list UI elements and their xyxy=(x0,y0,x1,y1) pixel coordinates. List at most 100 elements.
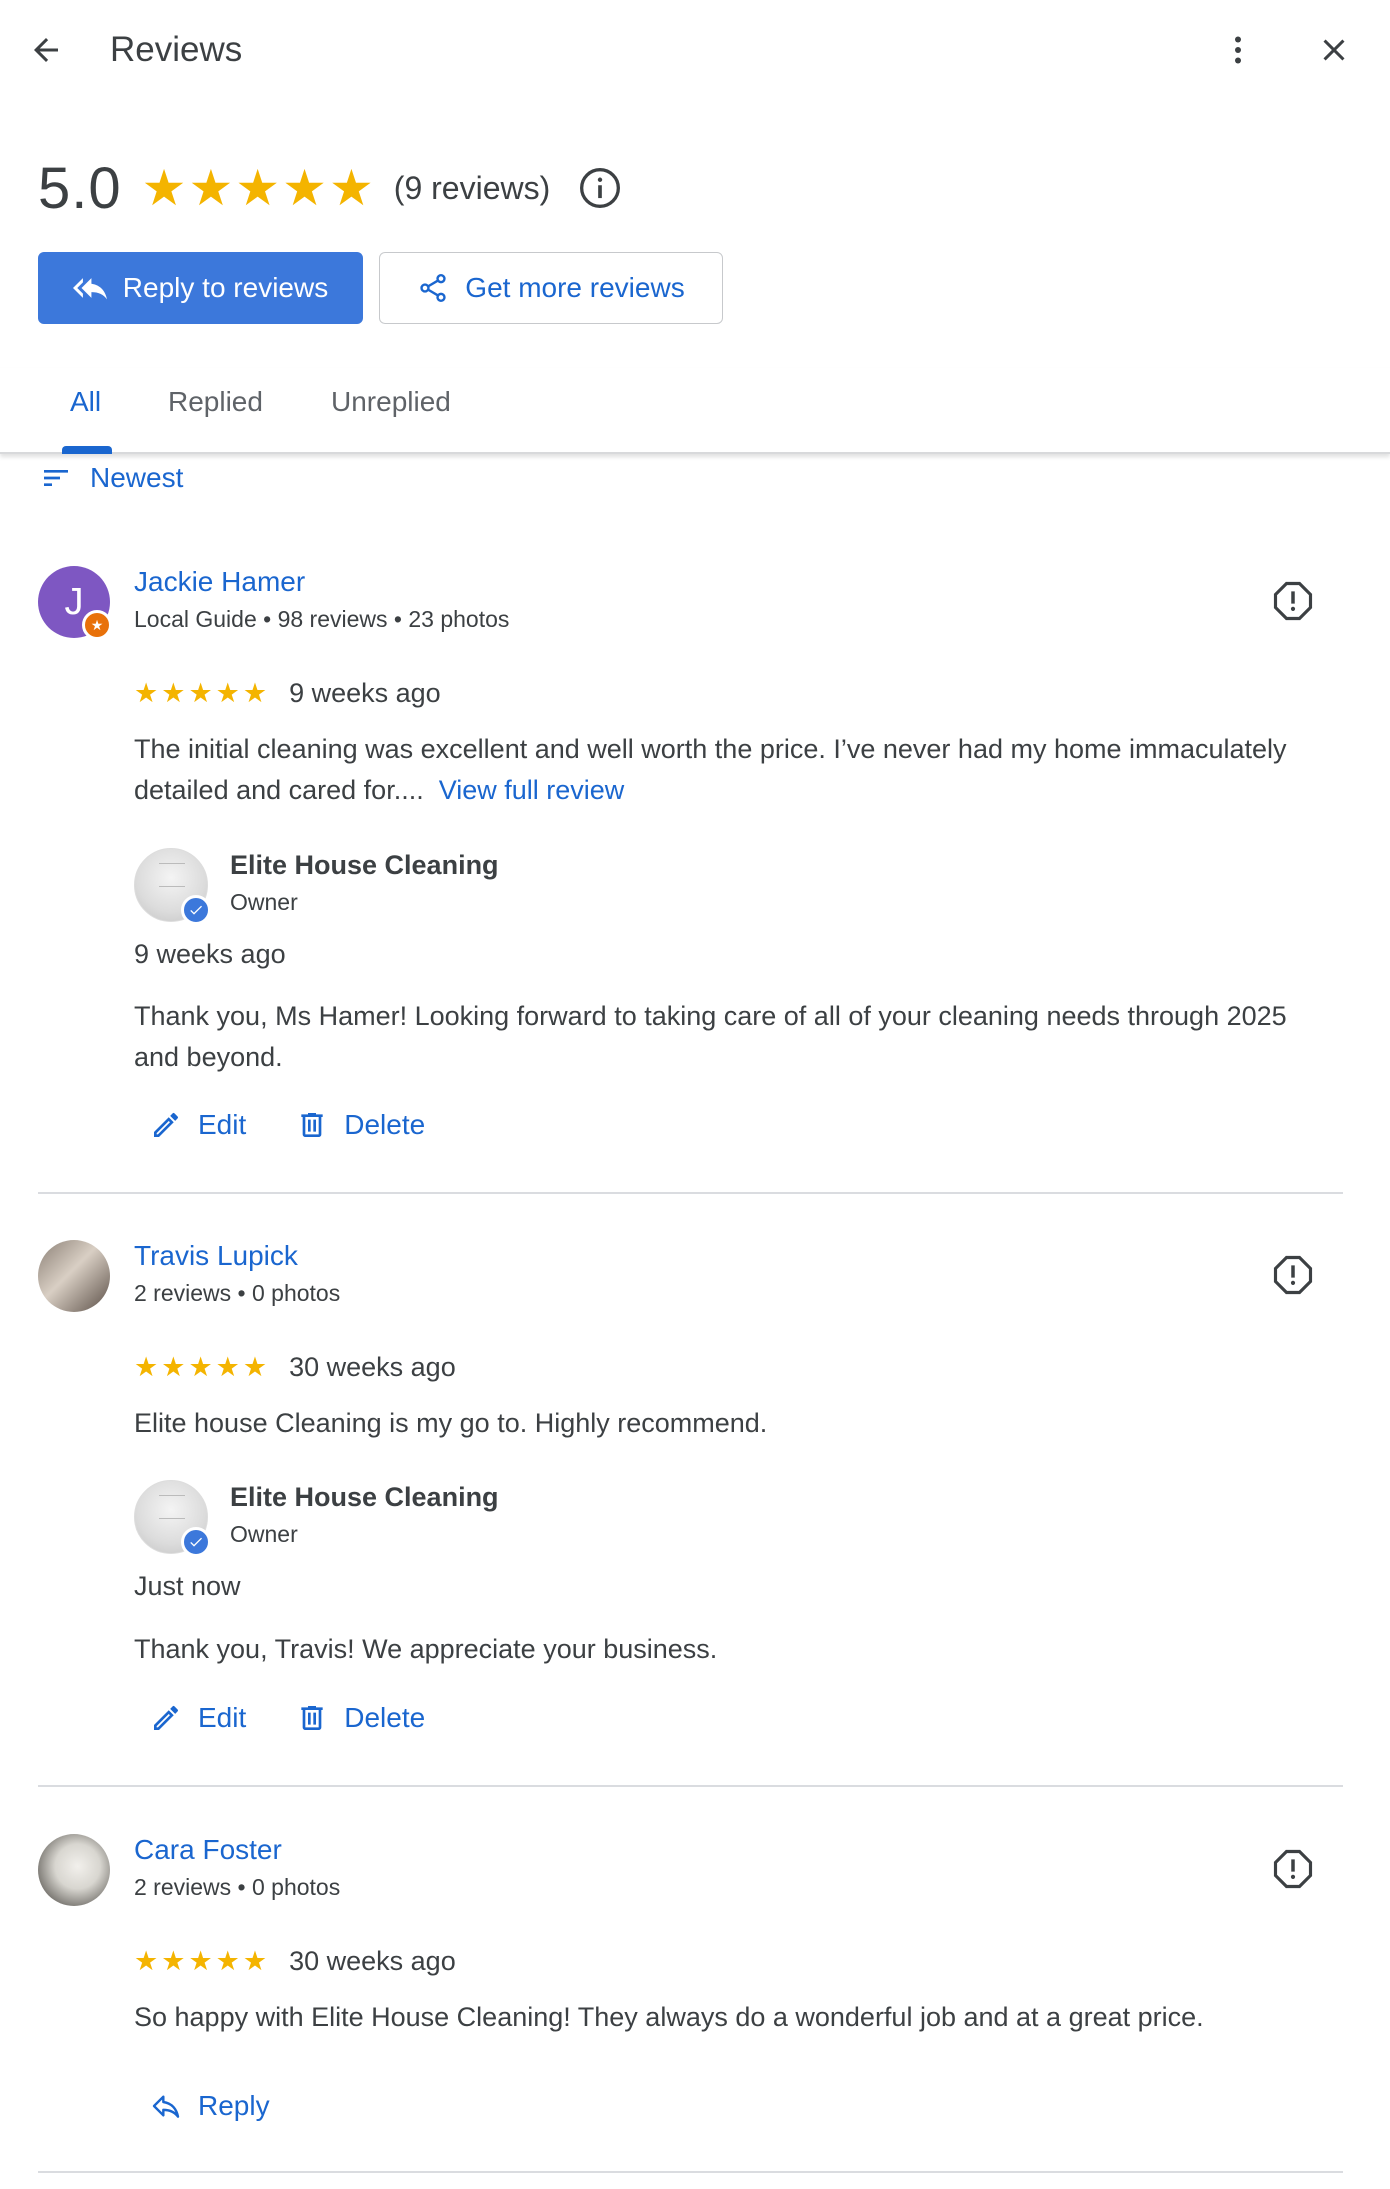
info-icon[interactable] xyxy=(578,166,622,210)
review-text-content: The initial cleaning was excellent and w… xyxy=(134,734,1287,805)
reply-to-reviews-button[interactable]: Reply to reviews xyxy=(38,252,363,324)
delete-button[interactable]: Delete xyxy=(296,1702,425,1734)
reviewer-name[interactable]: Cara Foster xyxy=(134,1834,282,1866)
star-icon: ★ xyxy=(215,1946,240,1976)
star-icon: ★ xyxy=(215,1352,240,1382)
owner-avatar xyxy=(134,1480,211,1557)
local-guide-badge-icon: ★ xyxy=(82,610,112,640)
delete-label: Delete xyxy=(344,1702,426,1733)
star-icon: ★ xyxy=(134,1946,159,1976)
reviewer-name[interactable]: Jackie Hamer xyxy=(134,566,305,598)
star-icon: ★ xyxy=(188,678,213,708)
review-date: 30 weeks ago xyxy=(289,1352,456,1382)
star-icon: ★ xyxy=(242,1352,268,1382)
reviewer-meta: 2 reviews • 0 photos xyxy=(134,1874,341,1900)
view-full-review-link[interactable]: View full review xyxy=(439,775,625,805)
star-icon: ★ xyxy=(161,1352,186,1382)
active-tab-indicator xyxy=(62,446,112,454)
owner-logo-image xyxy=(159,1495,185,1519)
reply-button[interactable]: Reply xyxy=(150,2090,270,2122)
report-icon[interactable] xyxy=(1268,1844,1318,1894)
more-vert-icon[interactable] xyxy=(1210,22,1266,78)
owner-role: Owner xyxy=(230,1521,298,1547)
star-icon: ★ xyxy=(161,678,186,708)
reply-icon xyxy=(152,2095,180,2118)
star-icon: ★ xyxy=(215,678,240,708)
share-icon xyxy=(420,274,446,302)
close-icon[interactable] xyxy=(1306,22,1362,78)
owner-avatar xyxy=(134,848,211,925)
star-icon: ★ xyxy=(242,678,268,708)
verified-check-icon xyxy=(181,895,211,925)
star-icon: ★ xyxy=(161,1946,186,1976)
arrow-back-icon[interactable] xyxy=(18,22,74,78)
trash-icon xyxy=(301,1113,323,1137)
reply-actions: Edit Delete xyxy=(150,1109,425,1141)
rating-stars: ★ ★ ★ ★ ★ xyxy=(134,680,267,707)
sort-button[interactable]: Newest xyxy=(40,462,183,494)
reply-all-icon xyxy=(72,278,107,300)
reply-text: Thank you, Ms Hamer! Looking forward to … xyxy=(134,1001,1287,1072)
rating-stars: ★ ★ ★ ★ ★ xyxy=(134,1948,267,1975)
review-actions: Reply xyxy=(150,2090,270,2122)
avatar[interactable] xyxy=(38,1834,110,1906)
star-icon: ★ xyxy=(141,160,187,216)
owner-role: Owner xyxy=(230,889,298,915)
sort-label: Newest xyxy=(90,462,184,493)
owner-logo-image xyxy=(159,863,185,887)
review-text: Elite house Cleaning is my go to. Highly… xyxy=(134,1408,768,1438)
review-actions: Reply to reviews Get more reviews xyxy=(38,252,723,324)
get-more-reviews-button[interactable]: Get more reviews xyxy=(379,252,723,324)
reply-to-reviews-label: Reply to reviews xyxy=(122,272,329,303)
edit-button[interactable]: Edit xyxy=(150,1702,246,1734)
owner-name: Elite House Cleaning xyxy=(230,850,499,880)
report-icon[interactable] xyxy=(1268,1250,1318,1300)
avatar[interactable] xyxy=(38,1240,110,1312)
review-text: So happy with Elite House Cleaning! They… xyxy=(134,2002,1204,2032)
review-rating: ★ ★ ★ ★ ★ 30 weeks ago xyxy=(134,1946,456,1977)
pencil-icon xyxy=(154,1705,179,1730)
review-text: The initial cleaning was excellent and w… xyxy=(134,729,1334,811)
divider xyxy=(38,1192,1343,1194)
rating-stars: ★ ★ ★ ★ ★ xyxy=(142,163,374,213)
page-title: Reviews xyxy=(110,30,243,69)
reviewer-meta: Local Guide • 98 reviews • 23 photos xyxy=(134,606,510,632)
review-count: (9 reviews) xyxy=(393,169,551,206)
owner-name: Elite House Cleaning xyxy=(230,1482,499,1512)
reply-label: Reply xyxy=(198,2090,270,2121)
reply-date: 9 weeks ago xyxy=(134,939,286,969)
divider xyxy=(38,2171,1343,2173)
avatar-letter: J xyxy=(64,580,84,623)
edit-label: Edit xyxy=(198,1109,247,1140)
review-date: 30 weeks ago xyxy=(289,1946,456,1976)
reply-text: Thank you, Travis! We appreciate your bu… xyxy=(134,1634,718,1664)
reviewer-meta: 2 reviews • 0 photos xyxy=(134,1280,341,1306)
delete-label: Delete xyxy=(344,1109,426,1140)
tab-all[interactable]: All xyxy=(70,386,101,418)
star-icon: ★ xyxy=(188,160,234,216)
star-icon: ★ xyxy=(242,1946,268,1976)
tab-unreplied[interactable]: Unreplied xyxy=(331,386,451,418)
tab-replied[interactable]: Replied xyxy=(168,386,263,418)
star-icon: ★ xyxy=(134,1352,159,1382)
sort-icon xyxy=(44,470,68,486)
rating-stars: ★ ★ ★ ★ ★ xyxy=(134,1354,267,1381)
star-icon: ★ xyxy=(188,1352,213,1382)
review-rating: ★ ★ ★ ★ ★ 30 weeks ago xyxy=(134,1352,456,1383)
review-date: 9 weeks ago xyxy=(289,678,441,708)
review-rating: ★ ★ ★ ★ ★ 9 weeks ago xyxy=(134,678,441,709)
edit-button[interactable]: Edit xyxy=(150,1109,246,1141)
report-icon[interactable] xyxy=(1268,576,1318,626)
star-icon: ★ xyxy=(235,160,281,216)
divider xyxy=(38,1785,1343,1787)
star-icon: ★ xyxy=(328,160,374,216)
reply-date: Just now xyxy=(134,1571,241,1601)
delete-button[interactable]: Delete xyxy=(296,1109,425,1141)
star-icon: ★ xyxy=(188,1946,213,1976)
rating-summary: 5.0 ★ ★ ★ ★ ★ (9 reviews) xyxy=(38,150,622,226)
edit-label: Edit xyxy=(198,1702,247,1733)
reviewer-name[interactable]: Travis Lupick xyxy=(134,1240,298,1272)
reply-actions: Edit Delete xyxy=(150,1702,425,1734)
pencil-icon xyxy=(154,1112,179,1137)
trash-icon xyxy=(301,1706,323,1730)
